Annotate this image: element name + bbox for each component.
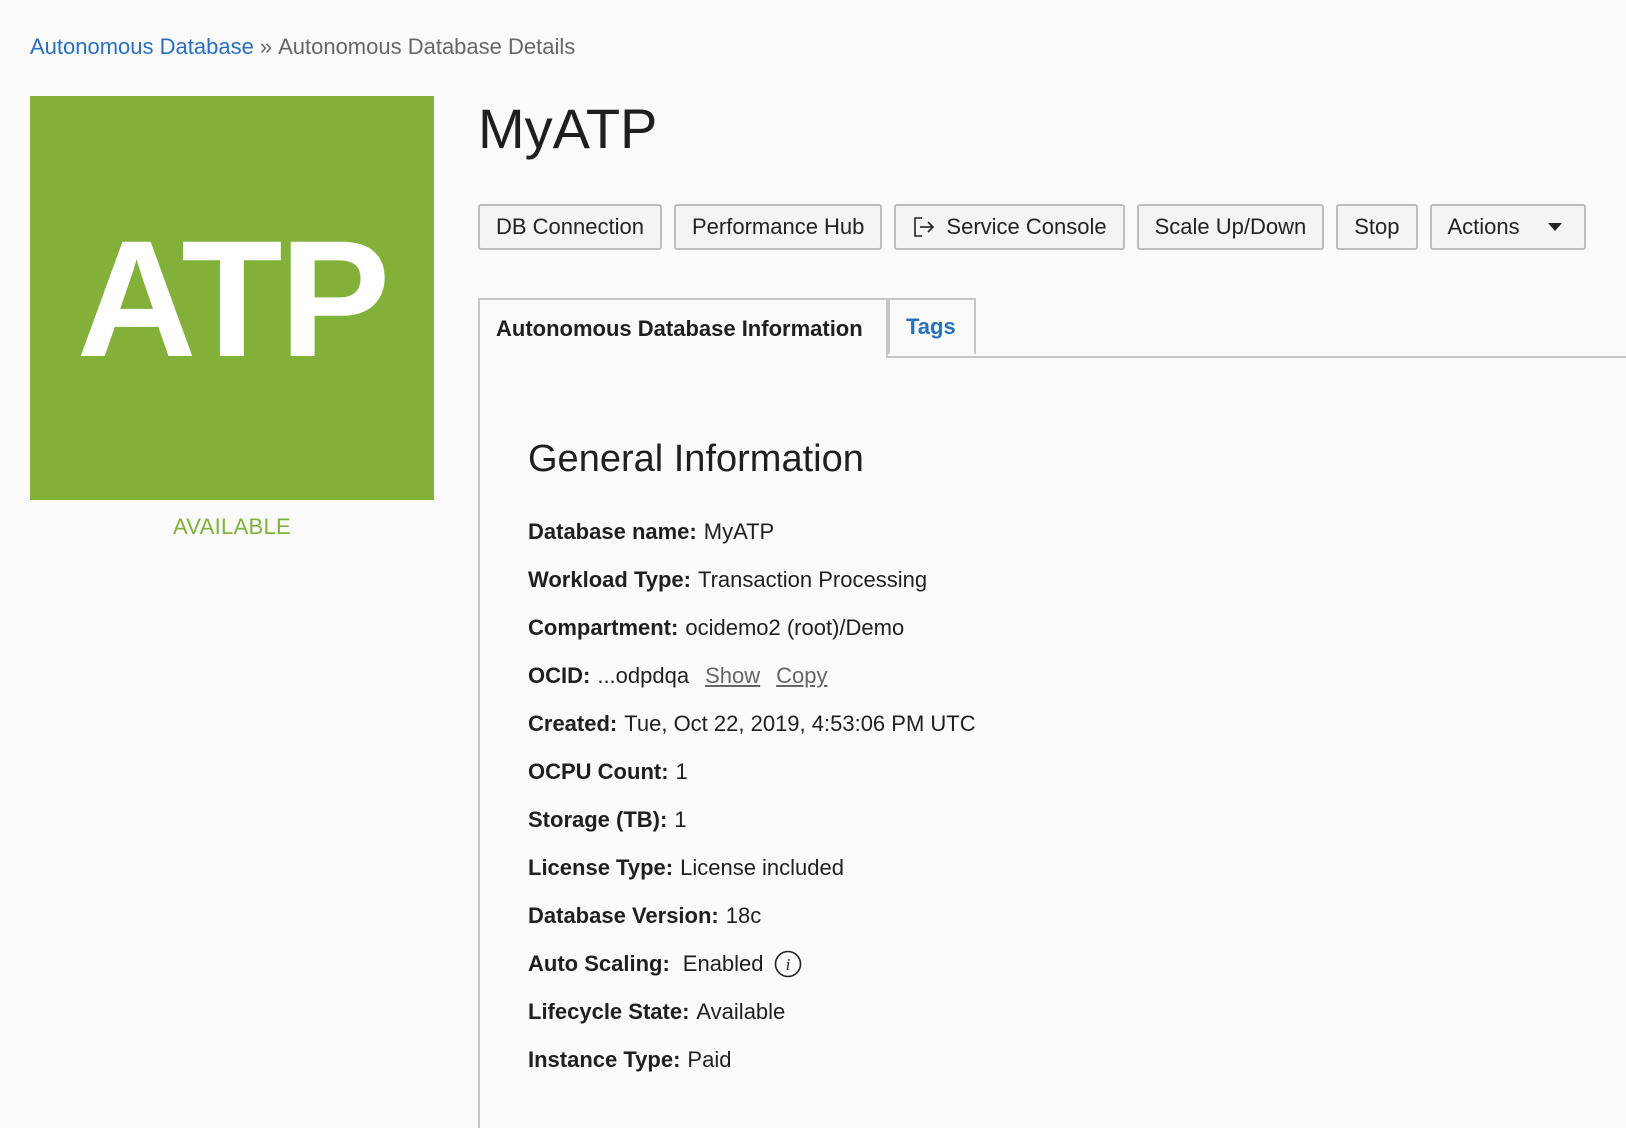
stop-button[interactable]: Stop — [1336, 204, 1418, 250]
info-value: 1 — [674, 807, 687, 832]
info-row-lifecycle-state: Lifecycle State: Available — [528, 988, 976, 1036]
info-value: Paid — [687, 1047, 732, 1072]
info-label: Lifecycle State: — [528, 999, 690, 1024]
breadcrumb-current: Autonomous Database Details — [278, 34, 576, 59]
info-label: Database Version: — [528, 903, 719, 928]
info-label: OCPU Count: — [528, 759, 669, 784]
page-title: MyATP — [478, 97, 658, 160]
info-value: License included — [680, 855, 844, 880]
stop-label: Stop — [1354, 214, 1400, 239]
ocid-copy-link[interactable]: Copy — [776, 663, 827, 689]
info-row-auto-scaling: Auto Scaling: Enabled i — [528, 940, 976, 988]
info-row-license-type: License Type: License included — [528, 844, 976, 892]
info-value: 1 — [675, 759, 688, 784]
info-row-database-version: Database Version: 18c — [528, 892, 976, 940]
info-label: Workload Type: — [528, 567, 691, 592]
info-label: Storage (TB): — [528, 807, 668, 832]
tab-label: Autonomous Database Information — [496, 316, 863, 341]
service-console-button[interactable]: Service Console — [894, 204, 1125, 250]
scale-up-down-label: Scale Up/Down — [1154, 214, 1307, 239]
db-connection-button[interactable]: DB Connection — [478, 204, 662, 250]
info-icon[interactable]: i — [774, 950, 802, 978]
performance-hub-button[interactable]: Performance Hub — [673, 204, 883, 250]
scale-up-down-button[interactable]: Scale Up/Down — [1136, 204, 1325, 250]
status-label: AVAILABLE — [172, 514, 292, 539]
svg-text:i: i — [785, 955, 790, 974]
info-value: Tue, Oct 22, 2019, 4:53:06 PM UTC — [624, 711, 976, 736]
tab-label: Tags — [906, 314, 956, 339]
info-row-workload-type: Workload Type: Transaction Processing — [528, 556, 976, 604]
tab-tags[interactable]: Tags — [888, 298, 976, 354]
tab-bar: Autonomous Database Information Tags — [478, 298, 1626, 358]
info-value: ...odpdqa — [597, 663, 690, 688]
actions-label: Actions — [1447, 214, 1520, 239]
breadcrumb: Autonomous Database» Autonomous Database … — [30, 34, 575, 60]
info-row-ocpu-count: OCPU Count: 1 — [528, 748, 976, 796]
info-value: Enabled — [682, 951, 764, 976]
info-label: Database name: — [528, 519, 697, 544]
info-label: Instance Type: — [528, 1047, 681, 1072]
info-label: OCID: — [528, 663, 591, 688]
external-link-icon — [912, 215, 936, 239]
service-console-label: Service Console — [946, 214, 1107, 239]
info-row-instance-type: Instance Type: Paid — [528, 1036, 976, 1084]
atp-logo-text: ATP — [76, 207, 391, 392]
info-label: License Type: — [528, 855, 674, 880]
chevron-down-icon — [1547, 223, 1562, 231]
info-row-created: Created: Tue, Oct 22, 2019, 4:53:06 PM U… — [528, 700, 976, 748]
tab-autonomous-database-information[interactable]: Autonomous Database Information — [478, 298, 888, 358]
breadcrumb-link-autonomous-database[interactable]: Autonomous Database — [30, 34, 254, 59]
general-information-list: Database name: MyATP Workload Type: Tran… — [528, 508, 976, 1084]
info-label: Auto Scaling: — [528, 951, 670, 976]
action-toolbar: DB Connection Performance Hub Service Co… — [478, 204, 1586, 250]
info-label: Compartment: — [528, 615, 679, 640]
actions-dropdown-button[interactable]: Actions — [1429, 204, 1586, 250]
performance-hub-label: Performance Hub — [691, 214, 865, 239]
info-value: Available — [696, 999, 786, 1024]
breadcrumb-separator: » — [259, 34, 273, 59]
info-row-ocid: OCID: ...odpdqa Show Copy — [528, 652, 976, 700]
info-row-storage: Storage (TB): 1 — [528, 796, 976, 844]
info-value: Transaction Processing — [697, 567, 928, 592]
info-row-compartment: Compartment: ocidemo2 (root)/Demo — [528, 604, 976, 652]
info-value: MyATP — [703, 519, 775, 544]
info-value: ocidemo2 (root)/Demo — [685, 615, 905, 640]
ocid-show-link[interactable]: Show — [705, 663, 760, 689]
general-information-heading: General Information — [528, 438, 864, 480]
atp-logo: ATP — [30, 96, 434, 500]
content-panel-border — [478, 356, 480, 1128]
info-row-database-name: Database name: MyATP — [528, 508, 976, 556]
info-value: 18c — [725, 903, 762, 928]
db-connection-label: DB Connection — [496, 214, 644, 239]
info-label: Created: — [528, 711, 618, 736]
